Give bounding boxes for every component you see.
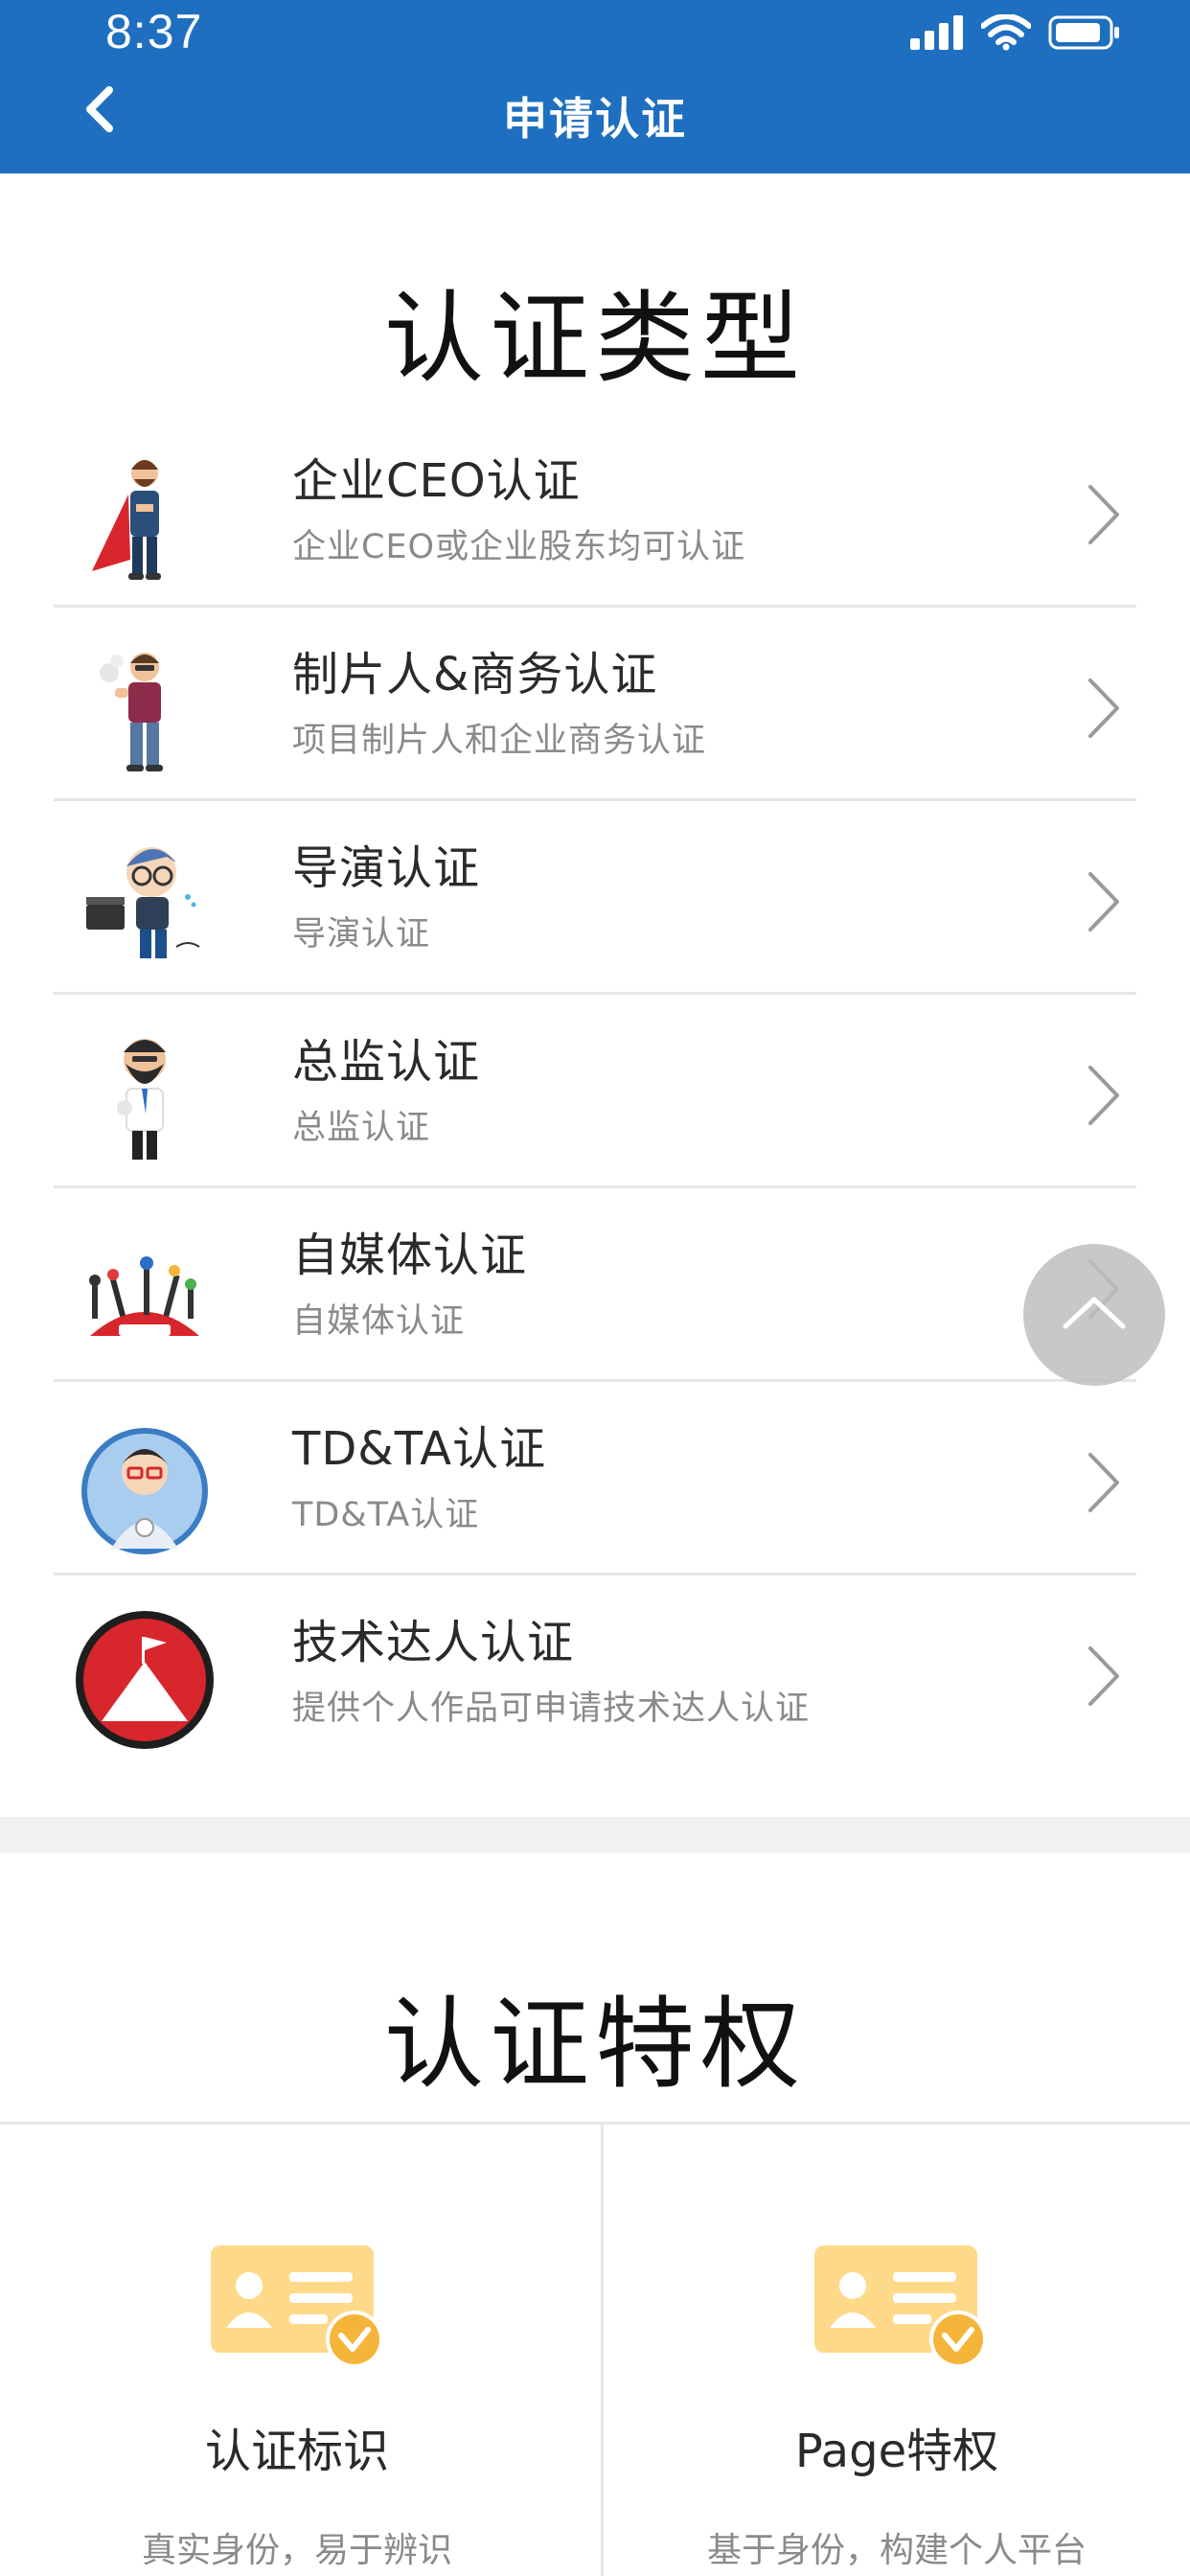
producer-avatar	[100, 653, 163, 771]
page-title: 申请认证	[503, 93, 687, 145]
battery-icon	[1048, 15, 1119, 50]
developer-avatar	[81, 1428, 208, 1554]
list-item-director[interactable]: 导演认证 导演认证	[54, 801, 1136, 995]
news-media-avatar	[89, 1256, 199, 1336]
privilege-card-page[interactable]	[604, 2125, 1190, 2576]
section-title-privileges: 认证特权	[383, 1986, 806, 2103]
chevron-right-icon	[1088, 1646, 1119, 1706]
privilege-title-page: Page特权	[794, 2425, 999, 2478]
privilege-title-badge: 认证标识	[204, 2425, 389, 2478]
item-subtitle: 总监认证	[292, 1109, 431, 1147]
item-title: TD&TA认证	[292, 1422, 547, 1476]
list-item-ceo[interactable]: 企业CEO认证 企业CEO或企业股东均可认证	[54, 414, 1136, 608]
list-item-producer[interactable]: 制片人&商务认证 项目制片人和企业商务认证	[54, 608, 1136, 801]
item-subtitle: 项目制片人和企业商务认证	[292, 722, 707, 760]
list-item-chief[interactable]: 总监认证 总监认证	[54, 995, 1136, 1188]
mountain-flag-avatar	[76, 1611, 214, 1749]
privilege-card-badge[interactable]	[0, 2125, 594, 2576]
privilege-subtitle-page: 基于身份，构建个人平台	[706, 2531, 1087, 2570]
id-card-check-icon	[814, 2245, 987, 2368]
chevron-right-icon	[1088, 485, 1119, 544]
signal-icon	[910, 15, 963, 50]
item-subtitle: 自媒体认证	[292, 1302, 466, 1341]
list-item-tech-expert[interactable]: 技术达人认证 提供个人作品可申请技术达人认证	[54, 1576, 1136, 1769]
wifi-icon	[981, 14, 1031, 51]
item-subtitle: 导演认证	[292, 915, 431, 954]
item-title: 自媒体认证	[292, 1229, 528, 1282]
item-title: 制片人&商务认证	[292, 648, 658, 702]
bearded-director-avatar	[117, 1039, 166, 1160]
item-subtitle: TD&TA认证	[292, 1496, 480, 1534]
chevron-right-icon	[1088, 872, 1119, 932]
status-time: 8:37	[105, 5, 203, 58]
item-title: 技术达人认证	[292, 1616, 575, 1669]
privilege-subtitle-badge: 真实身份，易于辨识	[141, 2531, 452, 2570]
item-title: 企业CEO认证	[292, 454, 581, 508]
chevron-right-icon	[1088, 678, 1119, 738]
item-title: 总监认证	[292, 1035, 481, 1089]
chevron-right-icon	[1088, 1066, 1119, 1125]
director-avatar	[86, 847, 200, 958]
page: 8:37 申请认证 认证类型 企业CEO认证 企业CEO或企业股东均可认证 制片…	[0, 0, 1190, 2576]
superhero-ceo-avatar	[92, 460, 161, 580]
list-item-td-ta[interactable]: TD&TA认证 TD&TA认证	[54, 1382, 1136, 1576]
item-title: 导演认证	[292, 841, 481, 895]
list-item-media[interactable]: 自媒体认证 自媒体认证	[54, 1188, 1136, 1382]
section-divider	[0, 1817, 1190, 1853]
item-subtitle: 提供个人作品可申请技术达人认证	[292, 1690, 811, 1728]
app-header: 8:37 申请认证	[0, 0, 1190, 173]
certification-type-list: 企业CEO认证 企业CEO或企业股东均可认证 制片人&商务认证 项目制片人和企业…	[54, 414, 1136, 1769]
item-subtitle: 企业CEO或企业股东均可认证	[292, 528, 746, 566]
chevron-up-icon	[1063, 1297, 1126, 1329]
chevron-right-icon	[1088, 1453, 1119, 1512]
section-title-types: 认证类型	[383, 280, 806, 397]
id-card-check-icon	[211, 2245, 383, 2368]
status-icons	[910, 13, 1121, 52]
scroll-to-top-button[interactable]	[1023, 1244, 1165, 1386]
